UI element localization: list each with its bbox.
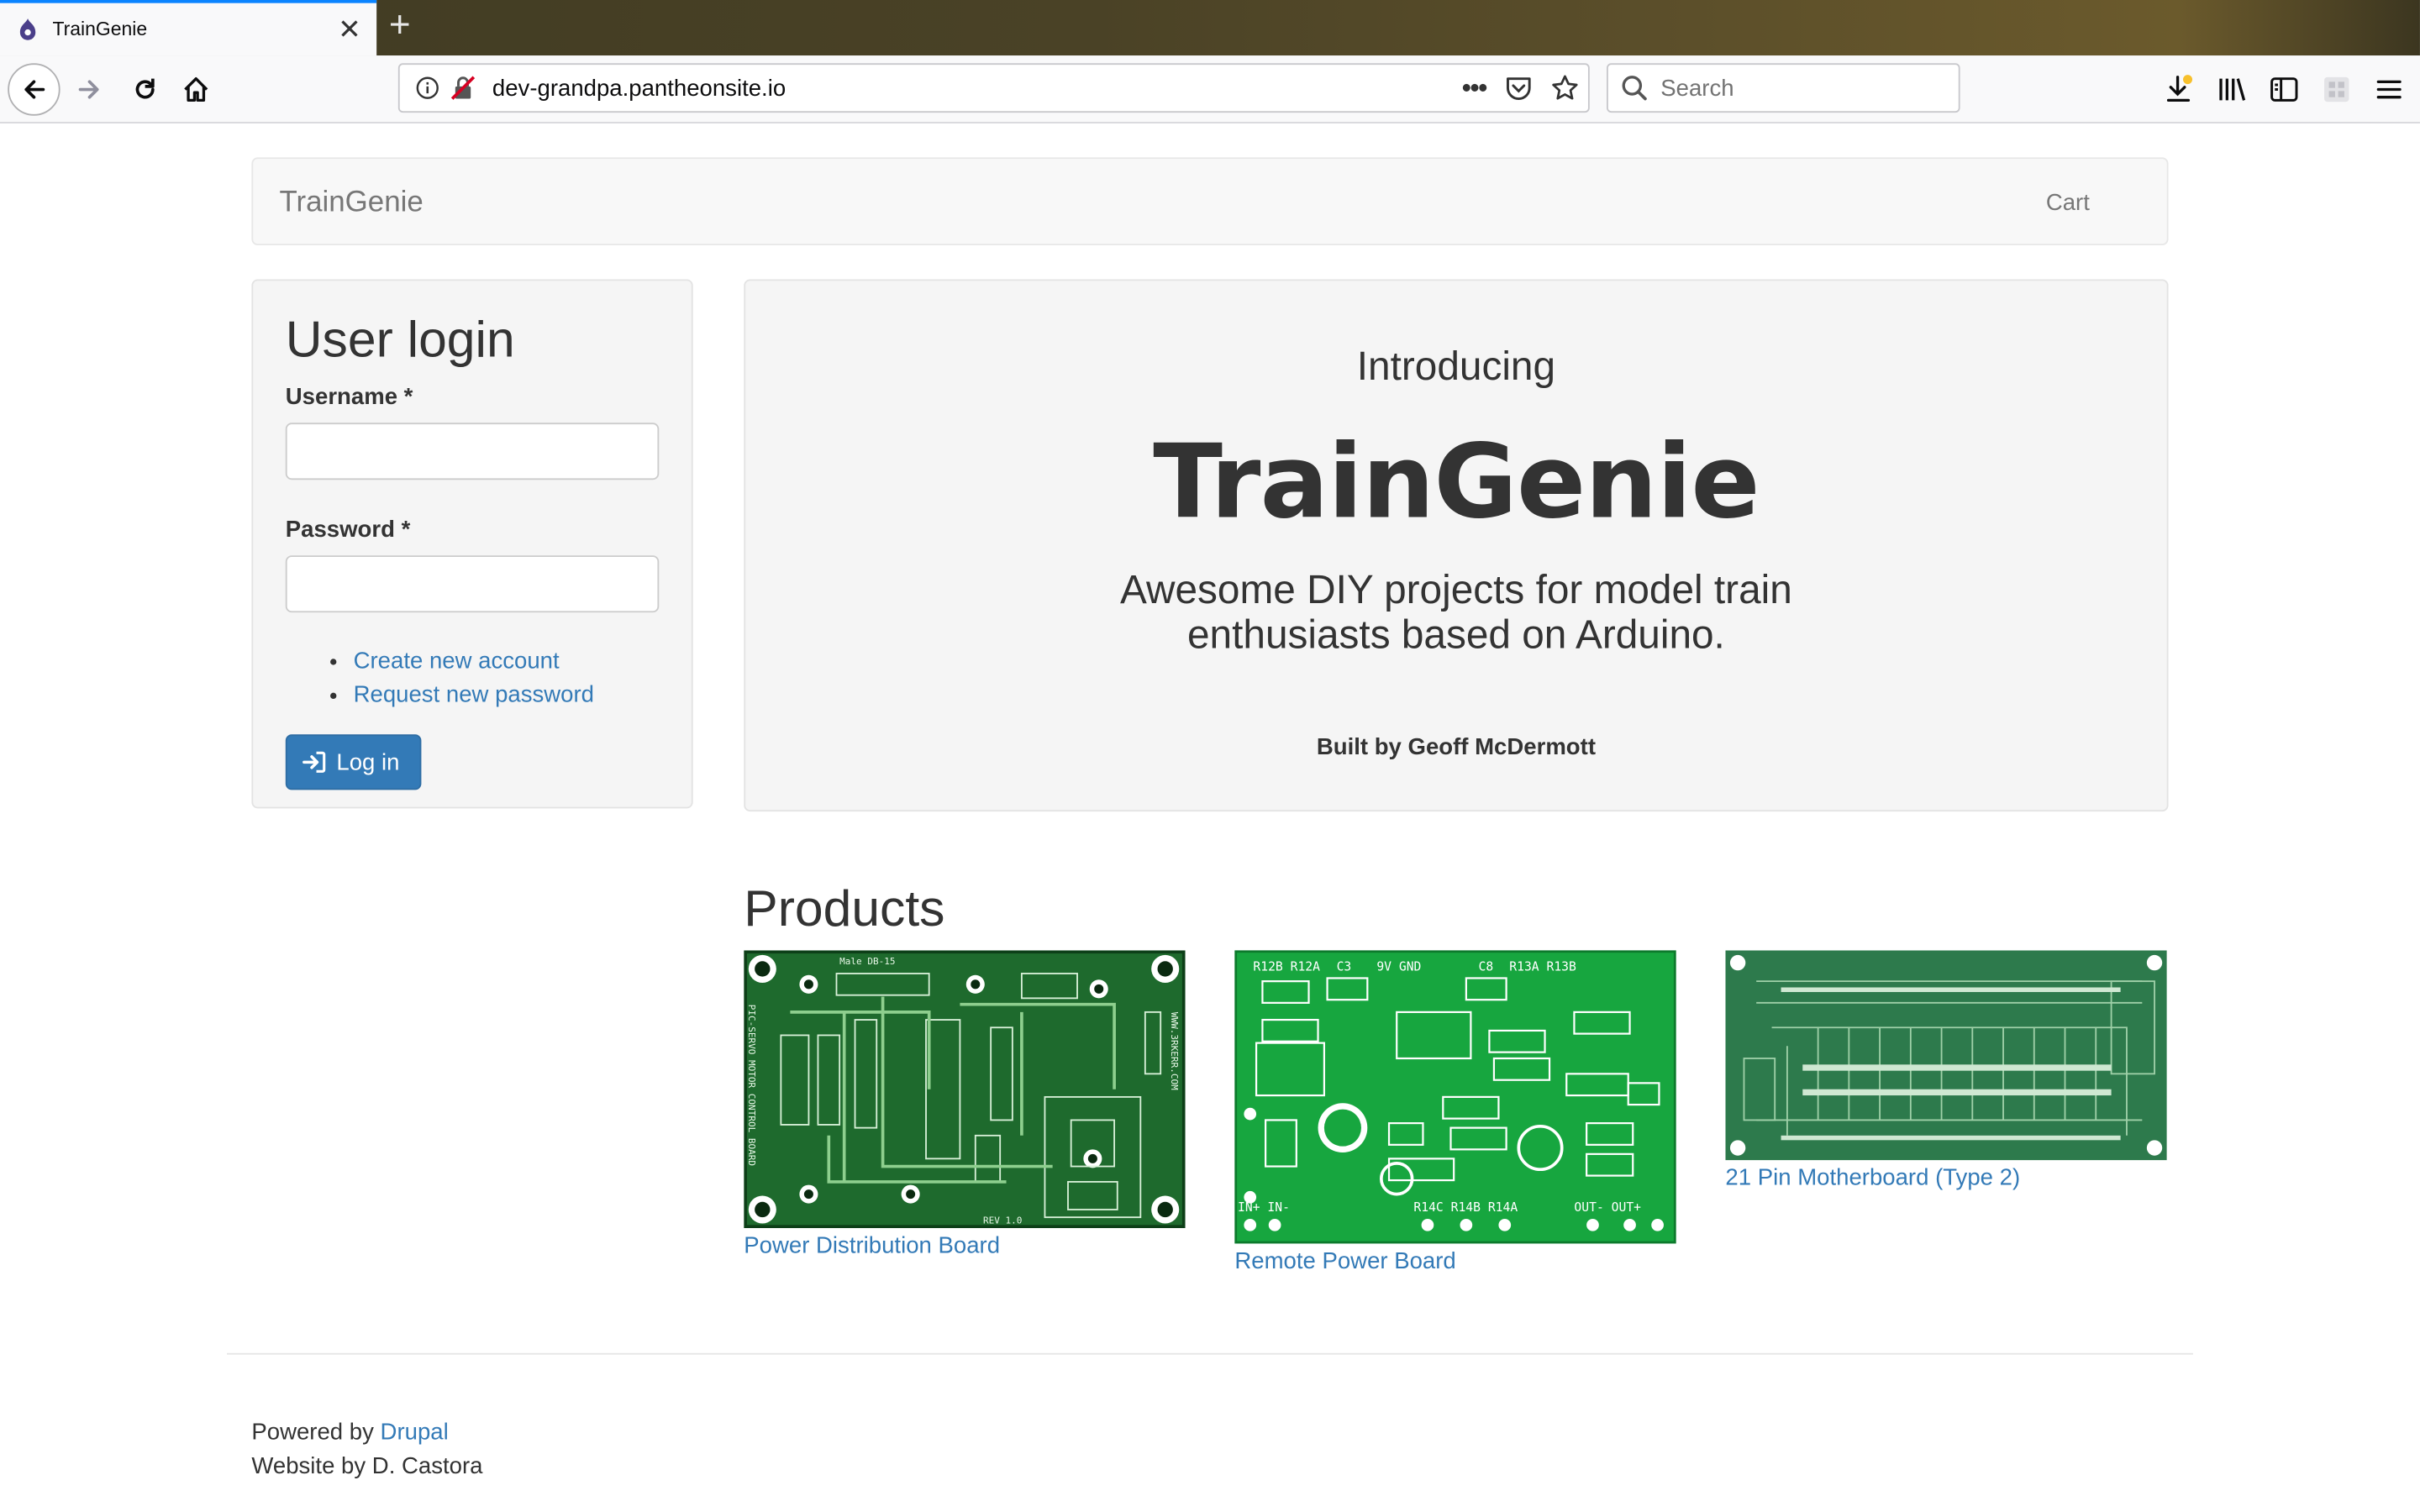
bookmark-star-icon[interactable] <box>1551 74 1579 102</box>
close-tab-icon[interactable]: ✕ <box>338 15 361 43</box>
product-card: Male DB-15 REV 1.0 WWW.3RKERR.COM PIC-SE… <box>744 950 1186 1259</box>
pcb-label: PIC-SERVO MOTOR CONTROL BOARD <box>746 1005 757 1166</box>
product-image[interactable]: Male DB-15 REV 1.0 WWW.3RKERR.COM PIC-SE… <box>744 950 1186 1229</box>
browser-toolbar: dev-grandpa.pantheonsite.io ••• <box>0 55 2420 123</box>
search-input[interactable] <box>1660 75 1939 102</box>
page-actions-icon[interactable]: ••• <box>1462 71 1488 104</box>
username-field[interactable] <box>285 423 660 480</box>
reload-button[interactable] <box>124 55 166 123</box>
home-button[interactable] <box>175 55 218 123</box>
list-item: Request new password <box>354 679 660 712</box>
powered-by-line: Powered by Drupal <box>251 1416 482 1450</box>
login-button[interactable]: Log in <box>285 734 422 790</box>
browser-tab[interactable]: TrainGenie ✕ <box>0 0 377 56</box>
create-account-link[interactable]: Create new account <box>354 648 560 674</box>
menu-icon[interactable] <box>2374 74 2405 105</box>
cart-link[interactable]: Cart <box>2046 190 2090 216</box>
product-link[interactable]: Power Distribution Board <box>744 1233 1186 1259</box>
info-icon[interactable] <box>415 76 439 100</box>
product-card: R12B R12A C3 9V GND C8 R13A R13B R14C R1… <box>1234 950 1677 1274</box>
back-button[interactable] <box>6 55 61 123</box>
product-link[interactable]: Remote Power Board <box>1234 1248 1677 1274</box>
search-box[interactable] <box>1607 63 1960 113</box>
arrow-left-icon <box>24 80 45 99</box>
home-icon <box>184 77 208 102</box>
powered-by-text: Powered by <box>251 1419 381 1446</box>
pocket-icon[interactable] <box>1505 74 1533 102</box>
pcb-label: R14C R14B R14A <box>1413 1200 1518 1215</box>
login-title: User login <box>285 310 515 368</box>
pcb-label: Male DB-15 <box>839 956 895 967</box>
site-footer: Powered by Drupal Website by D. Castora <box>251 1416 482 1484</box>
footer-divider <box>226 1352 2193 1355</box>
insecure-lock-icon[interactable] <box>449 74 476 102</box>
hero-tagline: Awesome DIY projects for model train ent… <box>1120 566 1792 658</box>
browser-tab-strip: TrainGenie ✕ + <box>0 0 2420 56</box>
pcb-label: R13A R13B <box>1509 959 1576 974</box>
request-password-link[interactable]: Request new password <box>354 682 594 708</box>
products-heading: Products <box>744 879 945 937</box>
reload-icon <box>135 78 155 99</box>
hero-headline: TrainGenie <box>1153 423 1760 542</box>
username-label: Username * <box>285 384 413 411</box>
toolbar-icons <box>2164 55 2405 123</box>
pcb-label: IN+ IN- <box>1238 1200 1290 1215</box>
new-tab-icon[interactable]: + <box>389 5 411 46</box>
pcb-label: 9V GND <box>1376 959 1421 974</box>
password-field[interactable] <box>285 555 660 613</box>
sidebar-icon[interactable] <box>2269 74 2300 105</box>
tab-title: TrainGenie <box>52 18 148 40</box>
pcb-label: OUT- OUT+ <box>1574 1200 1641 1215</box>
product-link[interactable]: 21 Pin Motherboard (Type 2) <box>1725 1165 2168 1191</box>
library-icon[interactable] <box>2217 74 2248 105</box>
pcb-label: WWW.3RKERR.COM <box>1169 1012 1180 1090</box>
site-navbar: TrainGenie Cart <box>251 157 2169 246</box>
extension-icon[interactable] <box>2321 74 2352 105</box>
site-brand-link[interactable]: TrainGenie <box>279 186 423 220</box>
list-item: Create new account <box>354 645 660 679</box>
sign-in-icon <box>302 751 326 773</box>
login-button-label: Log in <box>336 748 400 775</box>
password-label: Password * <box>285 517 411 543</box>
login-links-list: Create new account Request new password <box>354 645 660 713</box>
pcb-label: C3 <box>1337 959 1352 974</box>
website-credit: Website by D. Castora <box>251 1453 483 1480</box>
pcb-label: R12B R12A <box>1253 959 1320 974</box>
pcb-label: C8 <box>1479 959 1494 974</box>
product-image[interactable]: R12B R12A C3 9V GND C8 R13A R13B R14C R1… <box>1234 950 1676 1244</box>
drupal-link[interactable]: Drupal <box>381 1420 449 1446</box>
hero-jumbotron: Introducing TrainGenie Awesome DIY proje… <box>744 279 2169 812</box>
arrow-right-icon <box>78 80 99 99</box>
product-image[interactable] <box>1725 950 2167 1161</box>
hero-credit: Built by Geoff McDermott <box>1316 734 1597 761</box>
downloads-icon[interactable] <box>2164 74 2195 105</box>
product-card: 21 Pin Motherboard (Type 2) <box>1725 950 2168 1191</box>
drupal-favicon-icon <box>19 18 36 40</box>
pcb-label: REV 1.0 <box>983 1215 1022 1226</box>
address-bar[interactable]: dev-grandpa.pantheonsite.io ••• <box>397 63 1590 113</box>
web-page: TrainGenie Cart User login Username * Pa… <box>0 123 2420 1512</box>
url-text: dev-grandpa.pantheonsite.io <box>492 75 786 102</box>
user-login-block: User login Username * Password * Create … <box>251 279 693 809</box>
hero-intro: Introducing <box>1356 342 1556 389</box>
forward-button[interactable] <box>68 55 111 123</box>
search-icon <box>1622 76 1647 101</box>
